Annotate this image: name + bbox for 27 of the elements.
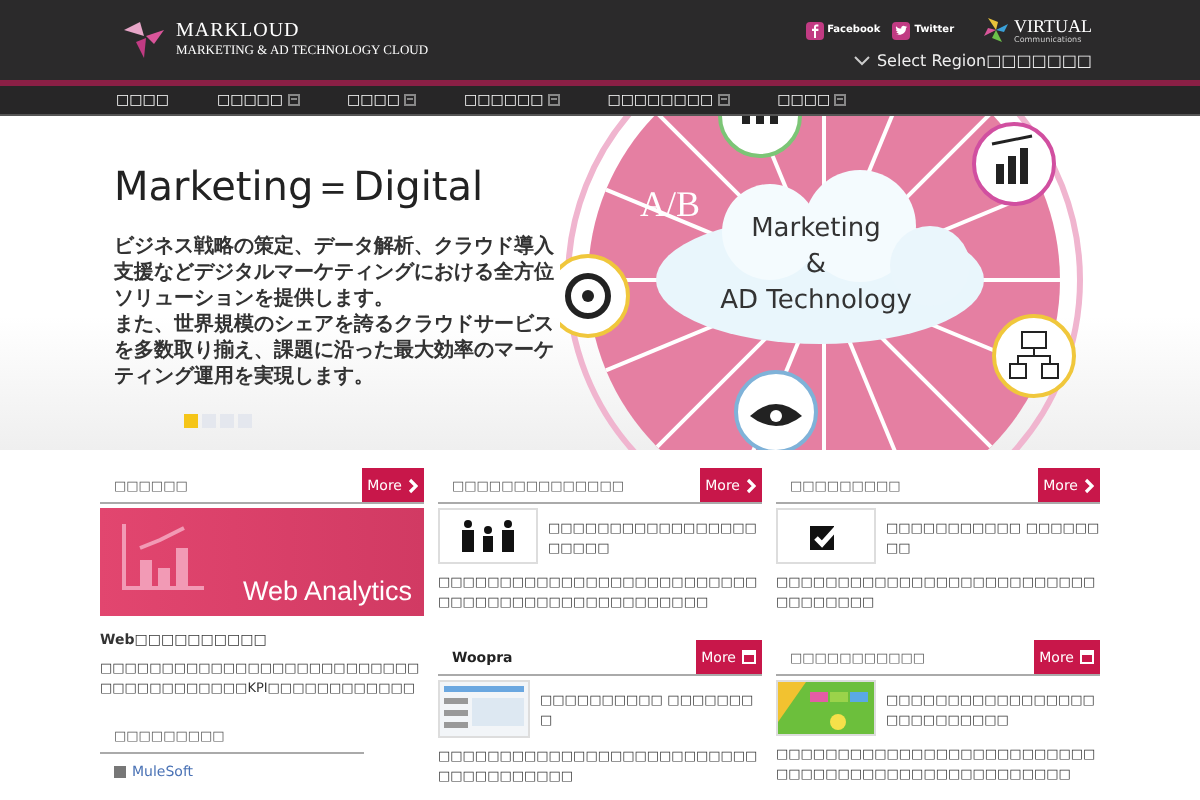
chevron-right-icon <box>1084 477 1094 493</box>
analytics-banner: Web Analytics <box>100 508 424 616</box>
eye-icon <box>734 370 818 450</box>
region-selector[interactable]: Select Region□□□□□□□ <box>854 52 1092 70</box>
hero-title: Marketing＝Digital <box>114 160 486 214</box>
screenshot-thumbnail <box>438 680 530 738</box>
hero-paragraph: また、世界規模のシェアを誇るクラウドサービスを多数取り揃え、課題に沿った最大効率のマーケティング運用を実現します。 <box>114 312 556 390</box>
cloud-text: Marketing <box>751 214 881 244</box>
logo-name: MARKLOUD <box>176 21 302 42</box>
cloud-text: AD Technology <box>720 286 912 316</box>
cloud-text: & <box>805 250 827 280</box>
logo-icon <box>120 18 168 62</box>
chevron-right-icon <box>746 477 756 493</box>
bird-icon <box>892 21 911 39</box>
pinwheel-icon <box>982 16 1011 44</box>
window-icon <box>742 650 756 664</box>
hierarchy-icon <box>992 314 1076 398</box>
target-icon <box>560 254 630 338</box>
window-icon <box>1080 650 1094 664</box>
facebook-icon <box>805 21 824 39</box>
partner-name: VIRTUAL <box>1014 17 1092 35</box>
chevron-right-icon <box>408 477 418 493</box>
chart-icon <box>120 523 208 591</box>
colorful-thumbnail <box>776 680 876 736</box>
hero-paragraph: ビジネス戦略の策定、データ解析、クラウド導入支援などデジタルマーケティングにおける全方位ソリューションを提供します。 <box>114 234 556 312</box>
chevron-down-icon <box>854 56 871 66</box>
bar-chart-icon <box>972 122 1056 206</box>
